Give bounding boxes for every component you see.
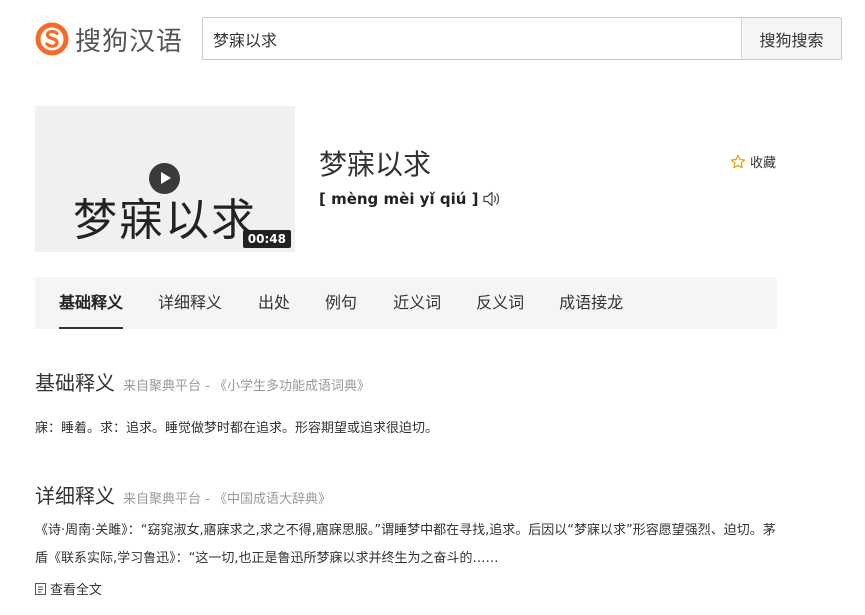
word-title: 梦寐以求 — [319, 148, 432, 181]
pinyin-text: [ mèng mèi yǐ qiú ] — [319, 190, 479, 208]
search-input[interactable] — [203, 18, 741, 59]
logo-text: 搜狗汉语 — [75, 26, 184, 57]
tab-idiom-chain[interactable]: 成语接龙 — [559, 277, 623, 329]
tab-bar: 基础释义 详细释义 出处 例句 近义词 反义词 成语接龙 — [35, 277, 777, 329]
search-bar: 搜狗搜索 — [202, 17, 842, 60]
view-full-text-label: 查看全文 — [50, 583, 103, 598]
tab-basic-definition[interactable]: 基础释义 — [59, 277, 124, 329]
detailed-definition-title: 详细释义 — [35, 484, 115, 508]
tab-detailed-definition[interactable]: 详细释义 — [158, 277, 222, 329]
speaker-icon[interactable] — [482, 190, 502, 208]
detailed-definition-heading: 详细释义 来自聚典平台 - 《中国成语大辞典》 — [35, 480, 331, 509]
document-icon — [35, 582, 46, 595]
sogou-logo[interactable]: 搜狗汉语 — [35, 21, 183, 57]
basic-definition-source: 来自聚典平台 - 《小学生多功能成语词典》 — [123, 379, 370, 394]
favorite-button[interactable]: 收藏 — [730, 152, 776, 171]
video-player[interactable]: 梦寐以求 00:48 — [35, 106, 295, 252]
basic-definition-title: 基础释义 — [35, 371, 115, 395]
search-button[interactable]: 搜狗搜索 — [741, 18, 841, 59]
tab-examples[interactable]: 例句 — [325, 277, 357, 329]
basic-definition-text: 寐：睡着。求：追求。睡觉做梦时都在追求。形容期望或追求很迫切。 — [35, 421, 439, 436]
detailed-definition-source: 来自聚典平台 - 《中国成语大辞典》 — [123, 492, 331, 507]
sogou-logo-icon — [35, 22, 69, 56]
tab-antonyms[interactable]: 反义词 — [476, 277, 524, 329]
video-duration: 00:48 — [242, 230, 291, 248]
favorite-label: 收藏 — [750, 156, 777, 171]
detailed-definition-text: 《诗·周南·关雎》：“窈窕淑女,寤寐求之,求之不得,寤寐思服。”谓睡梦中都在寻找… — [35, 523, 776, 566]
star-icon — [730, 154, 746, 168]
tab-synonyms[interactable]: 近义词 — [393, 277, 441, 329]
basic-definition-heading: 基础释义 来自聚典平台 - 《小学生多功能成语词典》 — [35, 367, 370, 396]
pinyin-row: [ mèng mèi yǐ qiú ] — [319, 190, 502, 208]
play-icon[interactable] — [149, 163, 180, 194]
tab-origin[interactable]: 出处 — [258, 277, 290, 329]
view-full-text-link[interactable]: 查看全文 — [35, 579, 102, 598]
